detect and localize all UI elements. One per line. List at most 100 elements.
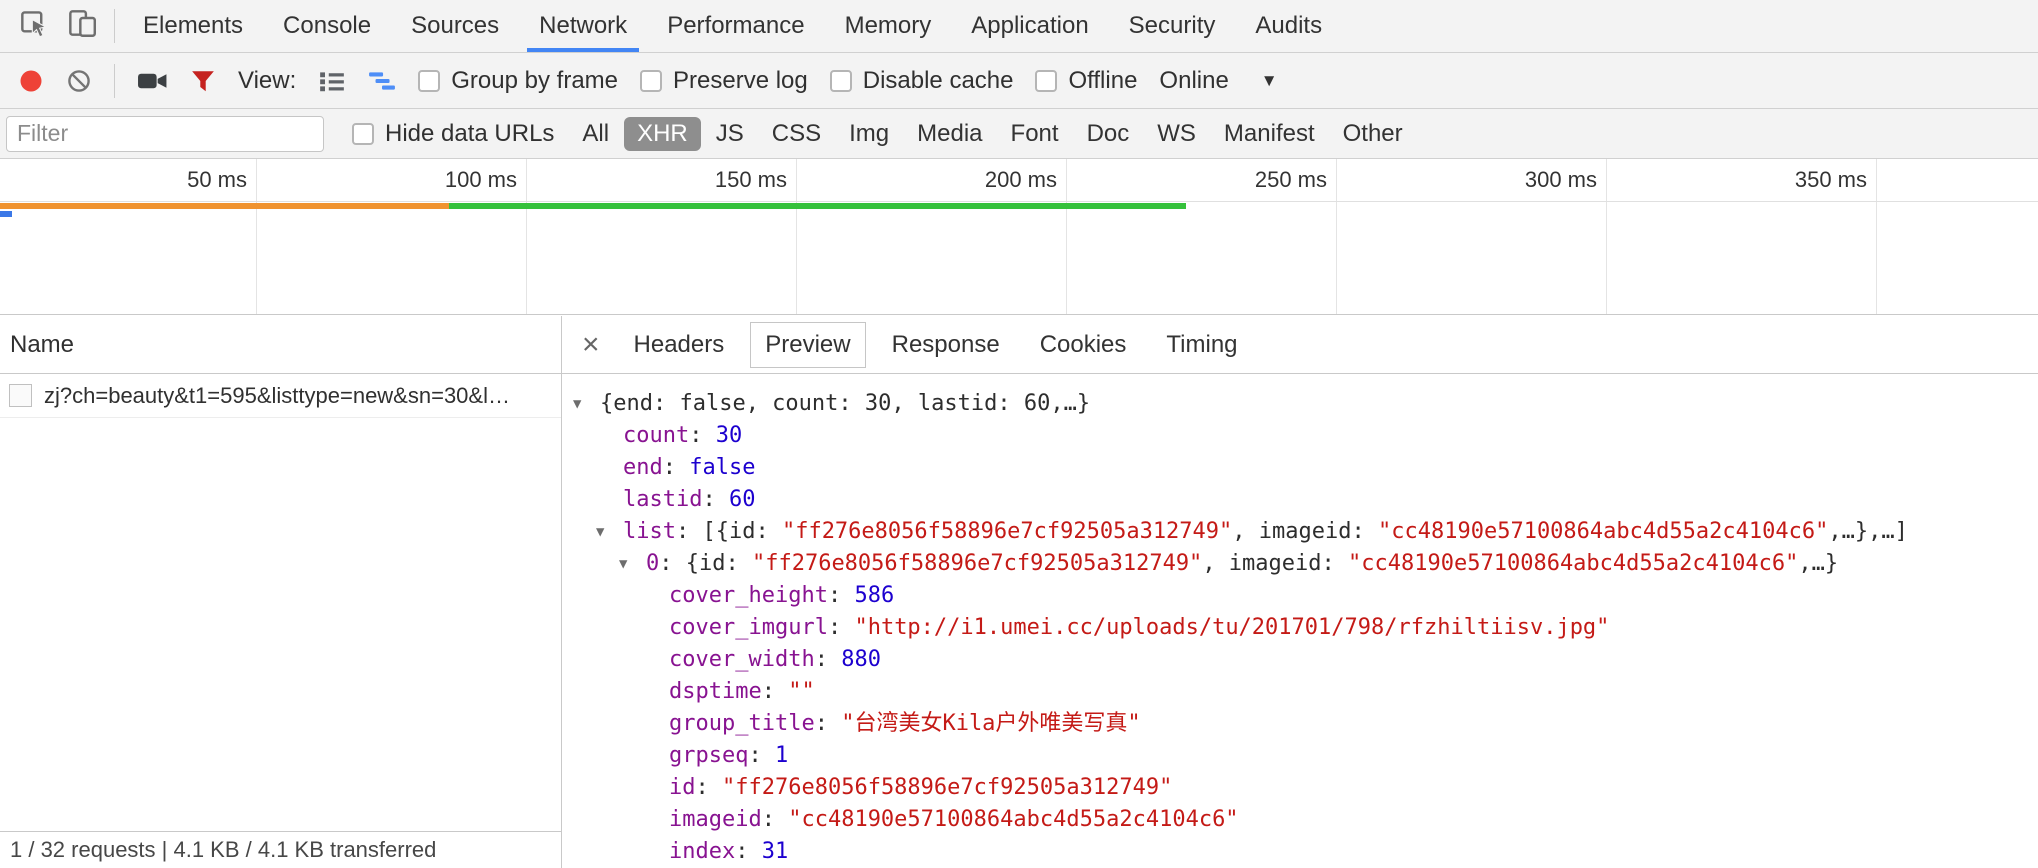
detail-tabbar: × HeadersPreview Response CookiesTiming xyxy=(562,316,2038,374)
overview-bar xyxy=(449,203,1186,209)
checkbox-box[interactable] xyxy=(352,123,374,145)
type-filter-media[interactable]: Media xyxy=(917,120,982,148)
expand-arrow-icon[interactable]: ▼ xyxy=(596,516,604,548)
tree-segment-plain: : xyxy=(696,775,723,800)
device-toolbar-button[interactable] xyxy=(58,4,106,48)
tree-line[interactable]: end: false xyxy=(562,452,2038,484)
tree-segment-plain: : xyxy=(748,743,775,768)
type-filter-font[interactable]: Font xyxy=(1011,120,1059,148)
expand-arrow-icon[interactable]: ▼ xyxy=(619,548,627,580)
type-filter-doc[interactable]: Doc xyxy=(1087,120,1130,148)
clear-icon xyxy=(66,68,92,94)
tree-segment-key: lastid xyxy=(623,487,702,512)
tree-line[interactable]: cover_height: 586 xyxy=(562,580,2038,612)
tree-segment-plain: : [{id: xyxy=(676,519,782,544)
checkbox-offline[interactable]: Offline xyxy=(1035,67,1137,95)
type-filter-xhr[interactable]: XHR xyxy=(624,117,701,151)
type-filter-other[interactable]: Other xyxy=(1343,120,1403,148)
checkbox-group-by-frame[interactable]: Group by frame xyxy=(418,67,618,95)
inspect-cursor-icon xyxy=(19,8,49,45)
tab-console[interactable]: Console xyxy=(263,0,391,52)
tab-security[interactable]: Security xyxy=(1109,0,1236,52)
request-detail-panel: × HeadersPreview Response CookiesTiming ▼{… xyxy=(562,316,2038,868)
overview-bar xyxy=(0,211,12,217)
type-filter-img[interactable]: Img xyxy=(849,120,889,148)
tab-performance[interactable]: Performance xyxy=(647,0,824,52)
timeline-tick-label: 200 ms xyxy=(985,159,1066,201)
tree-line[interactable]: ▼list: [{id: "ff276e8056f58896e7cf92505a… xyxy=(562,516,2038,548)
tree-line[interactable]: id: "ff276e8056f58896e7cf92505a312749" xyxy=(562,772,2038,804)
detail-tabs: HeadersPreview Response CookiesTiming xyxy=(620,322,1252,368)
tree-segment-string: "ff276e8056f58896e7cf92505a312749" xyxy=(722,775,1172,800)
tab-application[interactable]: Application xyxy=(951,0,1108,52)
requests-list: zj?ch=beauty&t1=595&listtype=new&sn=30&l… xyxy=(0,374,561,418)
tab-elements[interactable]: Elements xyxy=(123,0,263,52)
timeline-tick-label: 100 ms xyxy=(445,159,526,201)
checkbox-disable-cache[interactable]: Disable cache xyxy=(830,67,1014,95)
tab-sources[interactable]: Sources xyxy=(391,0,519,52)
tree-line[interactable]: imageid: "cc48190e57100864abc4d55a2c4104… xyxy=(562,804,2038,836)
tab-memory[interactable]: Memory xyxy=(825,0,952,52)
tree-line[interactable]: lastid: 60 xyxy=(562,484,2038,516)
detail-tab-response[interactable]: Response xyxy=(878,323,1014,367)
throttling-select[interactable]: Online ▼ xyxy=(1159,67,1277,95)
tree-segment-key: 0 xyxy=(646,551,659,576)
tree-segment-string: "cc48190e57100864abc4d55a2c4104c6" xyxy=(1348,551,1798,576)
requests-status-bar: 1 / 32 requests | 4.1 KB / 4.1 KB transf… xyxy=(0,831,561,868)
network-main: Name zj?ch=beauty&t1=595&listtype=new&sn… xyxy=(0,316,2038,868)
tree-line[interactable]: dsptime: "" xyxy=(562,676,2038,708)
type-filter-js[interactable]: JS xyxy=(716,120,744,148)
tree-segment-plain: : xyxy=(689,423,716,448)
show-overview-button[interactable] xyxy=(368,69,396,93)
overview-label-border xyxy=(0,201,2038,202)
tree-segment-number: 880 xyxy=(841,647,881,672)
checkbox-hide-data-urls[interactable]: Hide data URLs xyxy=(352,120,554,148)
tree-line[interactable]: ▼{end: false, count: 30, lastid: 60,…} xyxy=(562,388,2038,420)
checkbox-box[interactable] xyxy=(1035,70,1057,92)
close-detail-icon[interactable]: × xyxy=(574,330,608,360)
timeline-gridline xyxy=(1066,159,1067,314)
expand-arrow-icon[interactable]: ▼ xyxy=(573,388,581,420)
tree-line[interactable]: ▼0: {id: "ff276e8056f58896e7cf92505a3127… xyxy=(562,548,2038,580)
timeline-gridline xyxy=(1876,159,1877,314)
use-large-rows-button[interactable] xyxy=(318,69,346,93)
type-filter-ws[interactable]: WS xyxy=(1157,120,1196,148)
tree-segment-key: list xyxy=(623,519,676,544)
type-filter-css[interactable]: CSS xyxy=(772,120,821,148)
tree-line[interactable]: index: 31 xyxy=(562,836,2038,868)
checkbox-label: Preserve log xyxy=(673,67,808,95)
tree-segment-string: "cc48190e57100864abc4d55a2c4104c6" xyxy=(788,807,1238,832)
inspect-element-button[interactable] xyxy=(10,4,58,48)
clear-button[interactable] xyxy=(66,68,92,94)
network-overview[interactable]: 50 ms100 ms150 ms200 ms250 ms300 ms350 m… xyxy=(0,159,2038,315)
tab-network[interactable]: Network xyxy=(519,0,647,52)
checkbox-label: Disable cache xyxy=(863,67,1014,95)
tree-segment-number: 1 xyxy=(775,743,788,768)
checkbox-box[interactable] xyxy=(418,70,440,92)
capture-screenshots-button[interactable] xyxy=(137,69,168,93)
tree-line[interactable]: group_title: "台湾美女Kila户外唯美写真" xyxy=(562,708,2038,740)
tree-segment-plain: ,…},…] xyxy=(1828,519,1907,544)
tree-line[interactable]: cover_imgurl: "http://i1.umei.cc/uploads… xyxy=(562,612,2038,644)
detail-tab-preview[interactable]: Preview xyxy=(750,322,865,368)
tree-line[interactable]: grpseq: 1 xyxy=(562,740,2038,772)
tree-line[interactable]: count: 30 xyxy=(562,420,2038,452)
detail-tab-headers[interactable]: Headers xyxy=(620,323,739,367)
type-filter-manifest[interactable]: Manifest xyxy=(1224,120,1315,148)
detail-tab-timing[interactable]: Timing xyxy=(1152,323,1251,367)
detail-tab-cookies[interactable]: Cookies xyxy=(1026,323,1141,367)
requests-name-header[interactable]: Name xyxy=(0,316,561,374)
filter-toggle-button[interactable] xyxy=(190,69,216,93)
checkbox-box[interactable] xyxy=(830,70,852,92)
timeline-tick-label: 250 ms xyxy=(1255,159,1336,201)
record-button[interactable] xyxy=(18,68,44,94)
tab-audits[interactable]: Audits xyxy=(1235,0,1342,52)
filter-input[interactable] xyxy=(6,116,324,152)
table-row[interactable]: zj?ch=beauty&t1=595&listtype=new&sn=30&l… xyxy=(0,374,561,418)
checkbox-preserve-log[interactable]: Preserve log xyxy=(640,67,808,95)
tree-line[interactable]: cover_width: 880 xyxy=(562,644,2038,676)
waterfall-icon xyxy=(368,69,396,93)
tree-segment-plain: : xyxy=(663,455,690,480)
type-filter-all[interactable]: All xyxy=(582,120,609,148)
checkbox-box[interactable] xyxy=(640,70,662,92)
